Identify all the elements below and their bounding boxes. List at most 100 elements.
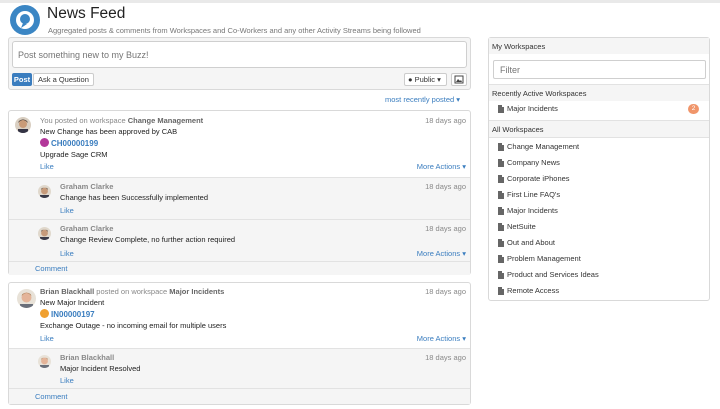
more-actions-label: More Actions	[416, 162, 461, 171]
recent-workspaces-heading: Recently Active Workspaces	[489, 85, 709, 101]
post-text: Upgrade Sage CRM	[40, 150, 108, 159]
workspace-label: Remote Access	[507, 286, 560, 295]
workspace-item[interactable]: Change Management	[489, 139, 709, 155]
avatar	[17, 289, 36, 308]
post-title: New Major Incident	[40, 298, 105, 307]
buzz-input[interactable]	[12, 41, 467, 68]
all-workspaces-heading: All Workspaces	[489, 121, 709, 137]
workspace-label: NetSuite	[507, 222, 536, 231]
post-title: New Change has been approved by CAB	[40, 127, 178, 136]
workspace-item[interactable]: Major Incidents	[489, 203, 709, 219]
comment-time: 18 days ago	[425, 182, 466, 191]
comment-author[interactable]: Graham Clarke	[60, 224, 113, 233]
more-actions-link[interactable]: More Actions ▾	[417, 334, 466, 343]
post-text: Exchange Outage - no incoming email for …	[40, 321, 227, 330]
workspace-item-recent[interactable]: Major Incidents 2	[489, 101, 709, 117]
top-border	[0, 0, 720, 3]
post-action: posted on workspace	[96, 287, 168, 296]
feed-post: You posted on workspace Change Managemen…	[8, 110, 471, 275]
comment: Brian Blackhall 18 days ago Major Incide…	[9, 348, 470, 388]
comment-link[interactable]: Comment	[35, 264, 68, 273]
like-link[interactable]: Like	[60, 249, 74, 258]
workspace-item[interactable]: Problem Management	[489, 251, 709, 267]
ticket-link[interactable]: IN00000197	[40, 309, 95, 319]
like-link[interactable]: Like	[40, 162, 54, 171]
document-icon	[498, 239, 504, 247]
workspace-label: Corporate iPhones	[507, 174, 570, 183]
workspace-item[interactable]: Out and About	[489, 235, 709, 251]
like-link[interactable]: Like	[60, 376, 74, 385]
ticket-link[interactable]: CH00000199	[40, 138, 98, 148]
page-header: News Feed Aggregated posts & comments fr…	[10, 5, 710, 35]
comment-text: Change Review Complete, no further actio…	[60, 235, 236, 244]
workspace-label: Change Management	[507, 142, 580, 151]
workspace-label: Product and Services Ideas	[507, 270, 599, 279]
comment-text: Change has been Successfully implemented	[60, 193, 209, 202]
post-workspace-link[interactable]: Major Incidents	[169, 287, 224, 296]
workspace-item[interactable]: First Line FAQ's	[489, 187, 709, 203]
more-actions-link[interactable]: More Actions ▾	[417, 162, 466, 171]
document-icon	[498, 255, 504, 263]
workspace-label: Major Incidents	[507, 206, 558, 215]
post-composer: Post Ask a Question ● Public ▾	[8, 37, 471, 90]
workspace-item[interactable]: Remote Access	[489, 283, 709, 299]
workspace-label: Major Incidents	[507, 104, 558, 113]
workspace-filter-input[interactable]	[493, 60, 706, 79]
avatar	[15, 117, 31, 133]
post-action: posted on workspace	[54, 116, 126, 125]
ticket-ref: IN00000197	[51, 310, 95, 319]
post-workspace-link[interactable]: Change Management	[128, 116, 203, 125]
document-icon	[498, 159, 504, 167]
workspaces-panel: My Workspaces Recently Active Workspaces…	[488, 37, 710, 301]
workspace-label: Problem Management	[507, 254, 581, 263]
comment-author[interactable]: Brian Blackhall	[60, 353, 114, 362]
post-author[interactable]: Brian Blackhall	[40, 287, 94, 296]
workspace-item[interactable]: NetSuite	[489, 219, 709, 235]
change-icon	[40, 138, 49, 147]
post-author[interactable]: You	[40, 116, 53, 125]
document-icon	[498, 175, 504, 183]
like-link[interactable]: Like	[60, 206, 74, 215]
sort-label: most recently posted	[385, 95, 455, 104]
document-icon	[498, 287, 504, 295]
workspace-item[interactable]: Product and Services Ideas	[489, 267, 709, 283]
workspace-label: Out and About	[507, 238, 555, 247]
image-upload-button[interactable]	[451, 73, 467, 86]
workspace-item[interactable]: Company News	[489, 155, 709, 171]
visibility-label: Public	[414, 75, 436, 84]
document-icon	[498, 223, 504, 231]
post-meta: Brian Blackhall posted on workspace Majo…	[40, 287, 224, 296]
post-tab[interactable]: Post	[12, 73, 32, 86]
globe-icon: ●	[408, 75, 413, 84]
document-icon	[498, 143, 504, 151]
caret-down-icon: ▾	[437, 75, 441, 84]
buzz-logo-icon	[10, 5, 40, 35]
comment-link[interactable]: Comment	[35, 392, 68, 401]
comment-time: 18 days ago	[425, 353, 466, 362]
more-actions-label: More Actions	[416, 249, 461, 258]
page-title: News Feed	[47, 5, 126, 22]
document-icon	[498, 271, 504, 279]
ask-question-tab[interactable]: Ask a Question	[33, 73, 94, 86]
document-icon	[498, 207, 504, 215]
workspace-label: Company News	[507, 158, 560, 167]
caret-down-icon: ▾	[456, 95, 461, 104]
post-time: 18 days ago	[425, 116, 466, 125]
document-icon	[498, 105, 504, 113]
incident-icon	[40, 309, 49, 318]
avatar	[38, 355, 51, 368]
avatar	[38, 227, 51, 240]
like-link[interactable]: Like	[40, 334, 54, 343]
unread-count-badge: 2	[688, 104, 699, 114]
visibility-dropdown[interactable]: ● Public ▾	[404, 73, 447, 86]
divider	[489, 137, 709, 138]
workspace-item[interactable]: Corporate iPhones	[489, 171, 709, 187]
sort-dropdown[interactable]: most recently posted ▾	[385, 95, 460, 104]
image-icon	[454, 75, 464, 84]
post-body: You posted on workspace Change Managemen…	[9, 111, 470, 176]
avatar	[38, 185, 51, 198]
my-workspaces-heading: My Workspaces	[489, 38, 709, 54]
more-actions-label: More Actions	[416, 334, 461, 343]
comment-author[interactable]: Graham Clarke	[60, 182, 113, 191]
more-actions-link[interactable]: More Actions ▾	[417, 249, 466, 258]
